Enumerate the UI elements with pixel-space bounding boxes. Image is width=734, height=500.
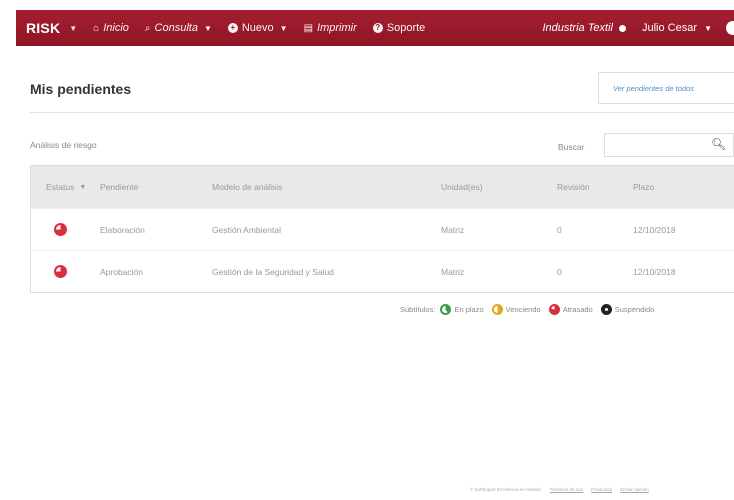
unidad-cell: Matriz bbox=[441, 224, 465, 235]
power-icon[interactable] bbox=[726, 21, 734, 35]
legend-item-en-plazo: En plazo bbox=[440, 304, 484, 315]
legend-title: Subtítulos: bbox=[400, 305, 436, 314]
chevron-down-icon: ▼ bbox=[79, 183, 87, 191]
user-name: Julio Cesar bbox=[641, 22, 698, 34]
footer-copyright: © SoftExpert Excelencia en Gestión bbox=[470, 487, 542, 492]
overdue-status-icon bbox=[54, 265, 67, 278]
column-header-pendiente[interactable]: Pendiente bbox=[100, 182, 212, 192]
footer-link-privacy[interactable]: Privacidad bbox=[591, 487, 612, 492]
legend-item-venciendo: Venciendo bbox=[491, 304, 541, 315]
nav-item-label: Imprimir bbox=[317, 22, 357, 34]
nav-item-consulta[interactable]: ⌕ Consulta ▼ bbox=[145, 22, 212, 34]
status-cell bbox=[31, 223, 100, 236]
column-header-plazo[interactable]: Plazo bbox=[633, 182, 734, 192]
plazo-cell: 12/10/2018 bbox=[633, 224, 676, 235]
column-header-estatus[interactable]: Estatus ▼ bbox=[31, 182, 100, 192]
nav-item-label: Inicio bbox=[103, 22, 129, 34]
nav-item-label: Consulta bbox=[154, 22, 198, 34]
status-legend: Subtítulos: En plazo Venciendo Atrasado … bbox=[400, 304, 662, 315]
plus-circle-icon: + bbox=[227, 23, 238, 33]
revision-cell: 0 bbox=[557, 266, 562, 277]
company-status-dot-icon bbox=[618, 24, 626, 32]
page-title: Mis pendientes bbox=[30, 81, 132, 97]
on-time-status-icon bbox=[440, 304, 452, 315]
legend-item-suspendido: Suspendido bbox=[600, 304, 654, 315]
column-header-modelo[interactable]: Modelo de análisis bbox=[212, 182, 441, 192]
modelo-cell: Gestión Ambiental bbox=[212, 224, 281, 235]
column-header-unidad[interactable]: Unidad(es) bbox=[441, 182, 557, 192]
table-row[interactable]: Aprobación Gestión de la Seguridad y Sal… bbox=[31, 250, 734, 292]
pendiente-cell: Aprobación bbox=[100, 266, 144, 277]
footer: © SoftExpert Excelencia en Gestión Térmi… bbox=[470, 487, 649, 492]
brand-logo[interactable]: RISK bbox=[26, 20, 60, 36]
plazo-cell: 12/10/2018 bbox=[633, 266, 676, 277]
print-icon: ▤ bbox=[303, 22, 314, 34]
status-cell bbox=[31, 265, 100, 278]
pendiente-cell: Elaboración bbox=[100, 224, 145, 235]
nav-item-inicio[interactable]: ⌂ Inicio bbox=[93, 22, 129, 34]
search-icon[interactable]: 🔍︎ bbox=[711, 137, 726, 151]
chevron-down-icon: ▼ bbox=[704, 24, 712, 33]
chevron-down-icon: ▼ bbox=[203, 23, 212, 33]
nav-item-label: Soporte bbox=[386, 22, 426, 34]
search-icon: ⌕ bbox=[144, 22, 151, 34]
user-menu[interactable]: Julio Cesar ▼ bbox=[642, 22, 712, 34]
home-icon: ⌂ bbox=[93, 22, 100, 34]
overdue-status-icon bbox=[548, 304, 560, 315]
revision-cell: 0 bbox=[557, 224, 562, 235]
pending-table: Estatus ▼ Pendiente Modelo de análisis U… bbox=[30, 165, 734, 293]
view-all-pending-button[interactable]: Ver pendientes de todos bbox=[598, 72, 734, 104]
section-label: Análisis de riesgo bbox=[30, 140, 97, 150]
divider bbox=[30, 112, 734, 113]
overdue-status-icon bbox=[54, 223, 67, 236]
unidad-cell: Matriz bbox=[441, 266, 465, 277]
nav-right-group: Industria Textil Julio Cesar ▼ bbox=[542, 10, 734, 46]
footer-link-feedback[interactable]: Enviar opinión bbox=[620, 487, 649, 492]
column-header-revision[interactable]: Revisión bbox=[557, 182, 633, 192]
table-header: Estatus ▼ Pendiente Modelo de análisis U… bbox=[31, 166, 734, 208]
search-label: Buscar bbox=[558, 142, 585, 152]
nav-item-soporte[interactable]: ? Soporte bbox=[372, 22, 426, 34]
modelo-cell: Gestión de la Seguridad y Salud bbox=[212, 266, 334, 277]
help-circle-icon: ? bbox=[372, 23, 383, 33]
company-selector[interactable]: Industria Textil bbox=[542, 22, 613, 34]
suspended-status-icon bbox=[600, 304, 612, 315]
brand-chevron-down-icon[interactable]: ▼ bbox=[69, 24, 77, 33]
expiring-status-icon bbox=[491, 304, 503, 315]
nav-item-label: Nuevo bbox=[241, 22, 274, 34]
nav-item-nuevo[interactable]: + Nuevo ▼ bbox=[227, 22, 288, 34]
nav-item-imprimir[interactable]: ▤ Imprimir bbox=[304, 22, 357, 34]
chevron-down-icon: ▼ bbox=[279, 23, 288, 33]
legend-item-atrasado: Atrasado bbox=[548, 304, 593, 315]
footer-link-terms[interactable]: Términos de uso bbox=[550, 487, 584, 492]
table-row[interactable]: Elaboración Gestión Ambiental Matriz 0 1… bbox=[31, 208, 734, 250]
top-navbar: RISK ▼ ⌂ Inicio ⌕ Consulta ▼ + Nuevo ▼ ▤… bbox=[16, 10, 734, 46]
